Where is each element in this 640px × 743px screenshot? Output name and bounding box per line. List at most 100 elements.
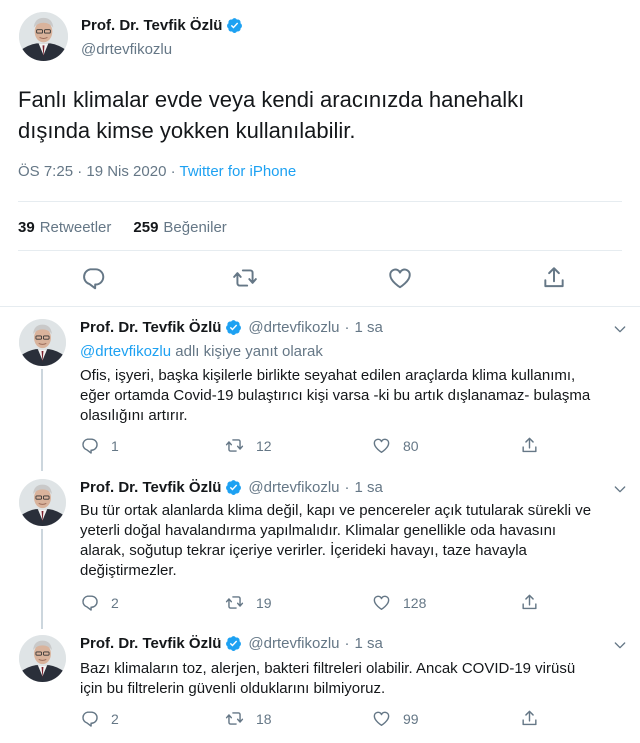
reply-text-line: Bazı klimaların toz, alerjen, bakteri fi… xyxy=(80,660,576,677)
reply-icon[interactable] xyxy=(80,265,106,291)
share-icon xyxy=(520,593,539,612)
reply-count: 2 xyxy=(111,710,119,727)
reply-timestamp[interactable]: 1 sa xyxy=(355,319,383,336)
retweet-button[interactable]: 19 xyxy=(225,593,272,612)
reply-author-handle[interactable]: @drtevfikozlu xyxy=(248,319,339,336)
reply-text-line: Ofis, işyeri, başka kişilerle birlikte s… xyxy=(80,367,576,384)
divider xyxy=(18,201,622,202)
replying-to: @drtevfikozlu adlı kişiye yanıt olarak xyxy=(80,343,323,360)
reply-count: 1 xyxy=(111,437,119,454)
reply-text: Bu tür ortak alanlarda klima değil, kapı… xyxy=(80,501,625,581)
share-icon[interactable] xyxy=(541,265,567,291)
verified-badge-icon xyxy=(226,17,243,34)
retweet-button[interactable]: 18 xyxy=(225,709,272,728)
like-icon[interactable] xyxy=(387,265,413,291)
tweet-text-line: dışında kimse yokken kullanılabilir. xyxy=(18,118,356,143)
share-icon xyxy=(520,709,539,728)
like-button[interactable]: 80 xyxy=(372,436,419,455)
reply-icon xyxy=(80,593,99,612)
like-button[interactable]: 128 xyxy=(372,593,426,612)
verified-badge-icon xyxy=(225,319,242,336)
tweet-text: Fanlı klimalar evde veya kendi aracınızd… xyxy=(18,84,618,146)
share-icon xyxy=(520,436,539,455)
reply-button[interactable]: 2 xyxy=(80,709,119,728)
author-name-row: Prof. Dr. Tevfik Özlü xyxy=(81,17,243,34)
retweet-count: 39 xyxy=(18,219,35,236)
avatar-image xyxy=(19,479,66,526)
thread-line xyxy=(41,529,43,629)
avatar-image xyxy=(19,319,66,366)
reply-author-handle[interactable]: @drtevfikozlu xyxy=(248,635,339,652)
like-button[interactable]: 99 xyxy=(372,709,419,728)
retweet-icon xyxy=(225,593,244,612)
author-avatar[interactable] xyxy=(19,12,68,61)
chevron-down-icon[interactable] xyxy=(612,637,628,653)
retweet-icon[interactable] xyxy=(232,265,258,291)
reply-icon xyxy=(80,436,99,455)
like-stat[interactable]: 259 Beğeniler xyxy=(133,219,226,236)
like-label: Beğeniler xyxy=(163,219,227,236)
reply-avatar[interactable] xyxy=(19,319,66,366)
reply-icon xyxy=(80,709,99,728)
tweet-source-link[interactable]: Twitter for iPhone xyxy=(179,163,296,180)
divider xyxy=(0,306,640,307)
tweet-stats: 39 Retweetler 259 Beğeniler xyxy=(18,219,249,236)
reply-button[interactable]: 1 xyxy=(80,436,119,455)
reply-text: Ofis, işyeri, başka kişilerle birlikte s… xyxy=(80,366,625,426)
retweet-count: 19 xyxy=(256,594,272,611)
chevron-down-icon[interactable] xyxy=(612,321,628,337)
replying-to-suffix: adlı kişiye yanıt olarak xyxy=(171,343,323,360)
retweet-label: Retweetler xyxy=(39,219,112,236)
tweet-timestamp[interactable]: ÖS 7:25 · 19 Nis 2020 · xyxy=(18,163,179,180)
chevron-down-icon[interactable] xyxy=(612,481,628,497)
tweet-meta: ÖS 7:25 · 19 Nis 2020 · Twitter for iPho… xyxy=(18,163,296,180)
retweet-count: 18 xyxy=(256,710,272,727)
like-icon xyxy=(372,593,391,612)
reply-text: Bazı klimaların toz, alerjen, bakteri fi… xyxy=(80,659,625,699)
reply-header: Prof. Dr. Tevfik Özlü @drtevfikozlu · 1 … xyxy=(80,635,383,652)
verified-badge-icon xyxy=(225,479,242,496)
separator-dot: · xyxy=(344,479,350,496)
verified-badge-icon xyxy=(225,635,242,652)
like-count: 80 xyxy=(403,437,419,454)
tweet-text-line: Fanlı klimalar evde veya kendi aracınızd… xyxy=(18,87,525,112)
reply-text-line: değiştirmezler. xyxy=(80,562,177,579)
reply-text-line: olasılığını artırır. xyxy=(80,407,188,424)
avatar-image xyxy=(19,12,68,61)
reply-author-name[interactable]: Prof. Dr. Tevfik Özlü xyxy=(80,635,221,652)
reply-avatar[interactable] xyxy=(19,635,66,682)
share-button[interactable] xyxy=(520,436,551,455)
share-button[interactable] xyxy=(520,709,551,728)
reply-button[interactable]: 2 xyxy=(80,593,119,612)
share-button[interactable] xyxy=(520,593,551,612)
reply-timestamp[interactable]: 1 sa xyxy=(355,479,383,496)
reply-count: 2 xyxy=(111,594,119,611)
like-count: 259 xyxy=(133,219,159,236)
separator-dot: · xyxy=(344,635,350,652)
author-handle[interactable]: @drtevfikozlu xyxy=(81,41,172,58)
thread-line xyxy=(41,369,43,471)
reply-author-name[interactable]: Prof. Dr. Tevfik Özlü xyxy=(80,319,221,336)
like-icon xyxy=(372,436,391,455)
reply-actions: 2 19 128 xyxy=(80,593,550,615)
main-tweet-actions xyxy=(0,265,640,295)
author-name[interactable]: Prof. Dr. Tevfik Özlü xyxy=(81,17,222,34)
divider xyxy=(18,250,622,251)
reply-header: Prof. Dr. Tevfik Özlü @drtevfikozlu · 1 … xyxy=(80,319,383,336)
reply-avatar[interactable] xyxy=(19,479,66,526)
reply-actions: 2 18 99 xyxy=(80,709,550,731)
reply-text-line: eğer ortamda Covid-19 bulaştırıcı kişi v… xyxy=(80,387,591,404)
like-icon xyxy=(372,709,391,728)
reply-text-line: alarak, soğutup tekrar içeriye verirler.… xyxy=(80,542,527,559)
separator-dot: · xyxy=(344,319,350,336)
retweet-icon xyxy=(225,709,244,728)
mention-link[interactable]: @drtevfikozlu xyxy=(80,343,171,360)
reply-author-name[interactable]: Prof. Dr. Tevfik Özlü xyxy=(80,479,221,496)
reply-actions: 1 12 80 xyxy=(80,436,550,458)
retweet-button[interactable]: 12 xyxy=(225,436,272,455)
reply-header: Prof. Dr. Tevfik Özlü @drtevfikozlu · 1 … xyxy=(80,479,383,496)
reply-author-handle[interactable]: @drtevfikozlu xyxy=(248,479,339,496)
retweet-stat[interactable]: 39 Retweetler xyxy=(18,219,111,236)
reply-timestamp[interactable]: 1 sa xyxy=(355,635,383,652)
reply-text-line: yeterli doğal havalandırma yapılmalıdır.… xyxy=(80,522,557,539)
